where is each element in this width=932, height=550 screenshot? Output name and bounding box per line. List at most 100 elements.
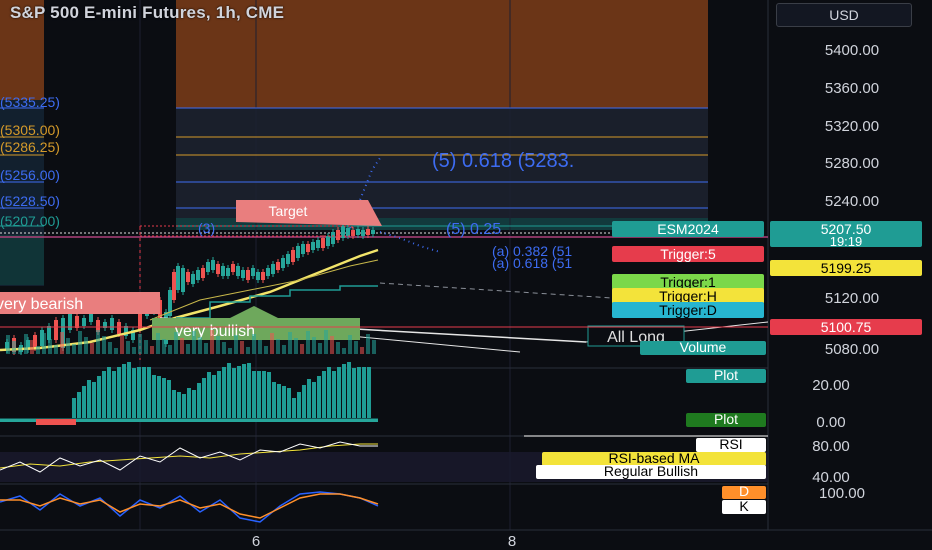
histogram-bar — [207, 372, 211, 418]
badge-rsi[interactable]: RSI — [719, 436, 742, 452]
candle — [246, 270, 250, 280]
candle — [371, 230, 375, 234]
histogram-bar — [312, 382, 316, 418]
volume-bar — [102, 336, 106, 354]
badge-price-yellow[interactable]: 5199.25 — [821, 260, 872, 276]
badge-plot-top[interactable]: Plot — [714, 367, 738, 383]
price-tick: 5320.00 — [825, 118, 879, 135]
badge-price-red[interactable]: 5100.75 — [821, 319, 872, 335]
histogram-bar — [187, 388, 191, 418]
volume-bar — [336, 342, 340, 354]
volume-bar — [156, 333, 160, 354]
stoch-tick: 100.00 — [819, 485, 865, 502]
badge-trigger5[interactable]: Trigger:5 — [660, 246, 716, 262]
histogram-bar — [152, 375, 156, 418]
volume-bar — [126, 341, 130, 354]
histogram-bar — [252, 371, 256, 418]
volume-bar — [96, 330, 100, 354]
badge-countdown[interactable]: 19:19 — [830, 234, 863, 249]
histogram-bar — [367, 367, 371, 418]
very-bullish-label: very bullish — [175, 323, 255, 340]
volume-bar — [198, 337, 202, 354]
volume-bar — [6, 335, 10, 354]
price-tick: 5280.00 — [825, 155, 879, 172]
candle — [47, 326, 51, 340]
volume-bar — [168, 345, 172, 354]
candle — [221, 266, 225, 276]
histogram-bar — [302, 385, 306, 418]
volume-bar — [42, 333, 46, 354]
price-tick: 5240.00 — [825, 193, 879, 210]
target-label-bg — [236, 200, 382, 226]
volume-bar — [324, 330, 328, 354]
candle — [226, 268, 230, 276]
chart-window: (5335.25) (5305.00) (5286.25) (5256.00) (522… — [0, 0, 932, 550]
histogram-bar — [107, 367, 111, 418]
volume-bar — [306, 331, 310, 354]
candle — [326, 236, 330, 246]
histogram-bar — [167, 380, 171, 418]
candle — [266, 268, 270, 276]
histogram-bar — [292, 398, 296, 418]
symbol-title[interactable]: S&P 500 E-mini Futures, 1h, CME — [10, 3, 284, 23]
candle — [256, 272, 260, 280]
badge-regular-bullish[interactable]: Regular Bullish — [604, 463, 698, 479]
histogram-bar — [132, 368, 136, 418]
histogram-bar — [237, 366, 241, 418]
histogram-bar — [267, 372, 271, 418]
badge-triggerD[interactable]: Trigger:D — [659, 302, 717, 318]
volume-bar — [222, 342, 226, 354]
volume-bar — [342, 348, 346, 354]
candle — [346, 228, 350, 236]
price-tick: 5120.00 — [825, 290, 879, 307]
candle — [296, 246, 300, 258]
histogram-bar — [227, 363, 231, 418]
histogram-bar — [182, 394, 186, 418]
volume-bar — [228, 348, 232, 354]
rsi-tick: 40.00 — [812, 469, 850, 486]
histogram-bar — [147, 367, 151, 418]
volume-bar — [282, 345, 286, 354]
badge-stoch-k[interactable]: K — [739, 498, 749, 514]
volume-bar — [18, 347, 22, 354]
volume-bar — [348, 335, 352, 354]
badge-volume[interactable]: Volume — [680, 339, 727, 355]
histogram-bar — [317, 376, 321, 418]
badge-plot-bottom[interactable]: Plot — [714, 411, 738, 427]
supertrend-line — [176, 285, 378, 319]
candle — [321, 238, 325, 248]
histogram-bar — [242, 364, 246, 418]
volume-bar — [264, 346, 268, 354]
volume-bar — [288, 332, 292, 354]
histogram-bar — [347, 362, 351, 418]
volume-bar — [36, 346, 40, 354]
volume-bar — [186, 344, 190, 354]
badge-stoch-d[interactable]: D — [739, 483, 749, 499]
volume-bar — [138, 334, 142, 354]
candle — [331, 232, 335, 244]
histogram-bar — [197, 383, 201, 418]
volume-bar — [372, 340, 376, 354]
histogram-bar — [122, 364, 126, 418]
badge-esm2024[interactable]: ESM2024 — [657, 221, 719, 237]
volume-bar — [78, 331, 82, 354]
volume-bar — [252, 334, 256, 354]
histogram-bar — [77, 392, 81, 418]
fib-price-label-3: (5256.00) — [0, 167, 60, 183]
very-bearish-label: very bearish — [0, 296, 83, 313]
histogram-bar — [247, 363, 251, 418]
volume-bar — [162, 339, 166, 354]
fib-label-3: (3) — [198, 220, 215, 236]
volume-bar — [120, 335, 124, 354]
candle — [261, 272, 265, 280]
volume-bar — [12, 341, 16, 354]
histogram-negative — [36, 419, 76, 425]
candle — [291, 250, 295, 262]
histogram-bar — [102, 371, 106, 418]
candle — [231, 264, 235, 272]
candle — [356, 229, 360, 235]
currency-button[interactable]: USD — [776, 3, 912, 27]
price-chart[interactable]: (5335.25) (5305.00)(5286.25) (5256.00) (522… — [0, 0, 932, 550]
candle — [206, 262, 210, 272]
candle — [191, 274, 195, 284]
